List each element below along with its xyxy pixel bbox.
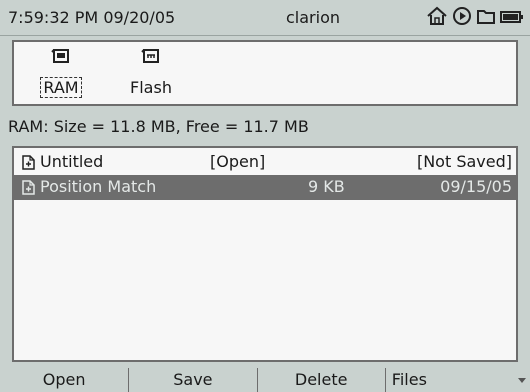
file-size: 9 KB (308, 177, 345, 196)
play-icon[interactable] (452, 6, 472, 30)
file-name: Position Match (40, 177, 157, 196)
file-row-untitled[interactable]: Untitled [Open] [Not Saved] (14, 150, 516, 175)
drive-label: RAM (40, 77, 82, 98)
chevron-down-icon (518, 378, 526, 383)
flash-card-icon (141, 48, 161, 68)
file-name: Untitled (40, 152, 104, 171)
open-button[interactable]: Open (0, 368, 128, 392)
file-icon (22, 155, 35, 174)
files-menu-label: Files (391, 370, 427, 389)
device-name: clarion (286, 8, 340, 27)
drive-ram[interactable]: RAM (26, 46, 96, 104)
drive-flash[interactable]: Flash (116, 46, 186, 104)
softkey-bar: Open Save Delete Files (0, 368, 530, 392)
file-list: Untitled [Open] [Not Saved] Position Mat… (12, 146, 518, 362)
save-button[interactable]: Save (128, 368, 256, 392)
clock: 7:59:32 PM 09/20/05 (8, 8, 175, 27)
status-bar: 7:59:32 PM 09/20/05 clarion (0, 0, 530, 36)
memory-info: RAM: Size = 11.8 MB, Free = 11.7 MB (8, 117, 309, 136)
time-text: 7:59:32 PM (8, 8, 99, 27)
drive-label: Flash (130, 78, 172, 97)
date-text: 09/20/05 (103, 8, 176, 27)
file-size: [Open] (210, 152, 266, 171)
file-row-position-match[interactable]: Position Match 9 KB 09/15/05 (14, 175, 516, 200)
status-icons (426, 5, 524, 31)
folder-icon[interactable] (476, 7, 496, 29)
file-date: 09/15/05 (440, 177, 512, 196)
home-icon[interactable] (426, 5, 448, 31)
files-menu-button[interactable]: Files (384, 368, 530, 392)
file-date: [Not Saved] (416, 152, 512, 171)
file-icon (22, 180, 35, 199)
drive-selector: RAM Flash (12, 40, 518, 106)
memory-card-icon (51, 48, 71, 68)
battery-icon (500, 9, 524, 28)
delete-button[interactable]: Delete (256, 368, 385, 392)
